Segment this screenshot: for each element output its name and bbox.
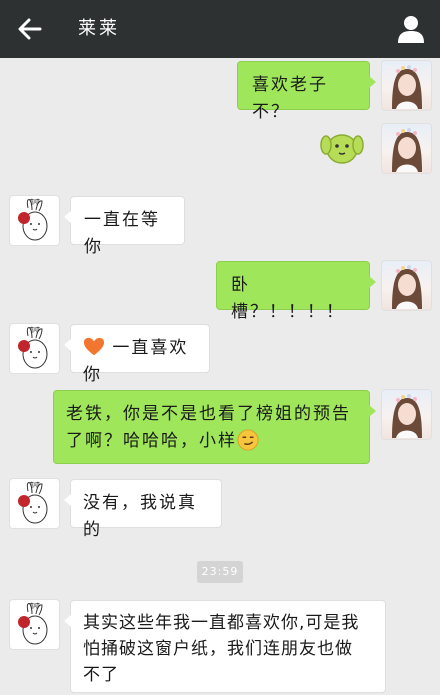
contact-message-bubble[interactable]: 一直在等你 (64, 196, 185, 257)
girl-photo-avatar (392, 265, 422, 309)
girl-photo-avatar (392, 394, 422, 438)
message-text: 没有，我说真的 (83, 493, 197, 540)
contact-avatar[interactable]: 嘻嘻 (10, 600, 59, 649)
my-avatar[interactable] (382, 61, 431, 110)
message-text: 一直在等你 (84, 210, 160, 257)
chat-header: 莱莱 (0, 0, 440, 58)
smirk-face-icon (237, 429, 259, 451)
arrow-left-icon[interactable] (16, 15, 44, 43)
message-text-line: 不了 (83, 665, 119, 685)
contact-message-bubble[interactable]: 其实这些年我一直都喜欢你,可是我 怕捅破这窗户纸，我们连朋友也做 不了 (64, 600, 386, 693)
chat-title: 莱莱 (78, 18, 120, 39)
rabbit-avatar: 嘻嘻 (18, 326, 48, 369)
message-text-line: 了啊？哈哈哈，小样 (66, 431, 237, 451)
girl-photo-avatar (392, 65, 422, 109)
message-text: 卧槽？！！！！ (231, 275, 345, 322)
contact-message-bubble[interactable]: 没有，我说真的 (64, 479, 222, 540)
my-message-bubble[interactable]: 喜欢老子不？ (237, 61, 376, 122)
rabbit-avatar: 嘻嘻 (18, 602, 48, 645)
contact-avatar[interactable]: 嘻嘻 (10, 196, 59, 245)
girl-photo-avatar (392, 128, 422, 172)
message-text: 喜欢老子不？ (252, 75, 328, 122)
message-text-line: 其实这些年我一直都喜欢你,可是我 (83, 613, 360, 633)
rabbit-avatar: 嘻嘻 (18, 481, 48, 524)
my-message-bubble[interactable]: 卧槽？！！！！ (216, 261, 376, 322)
message-timestamp: 23:59 (197, 561, 243, 583)
contact-avatar[interactable]: 嘻嘻 (10, 479, 59, 528)
rabbit-avatar: 嘻嘻 (18, 198, 48, 241)
person-icon[interactable] (396, 14, 426, 44)
contact-avatar[interactable]: 嘻嘻 (10, 324, 59, 373)
my-avatar[interactable] (382, 261, 431, 310)
green-blob-sticker[interactable] (318, 121, 366, 169)
contact-message-bubble[interactable]: 一直喜欢你 (64, 324, 210, 385)
my-avatar[interactable] (382, 390, 431, 439)
message-text-line: 老铁，你是不是也看了榜姐的预告 (66, 404, 351, 424)
my-avatar[interactable] (382, 124, 431, 173)
my-message-bubble[interactable]: 老铁，你是不是也看了榜姐的预告 了啊？哈哈哈，小样 (53, 390, 376, 464)
orange-heart-icon (83, 337, 105, 356)
message-text-line: 怕捅破这窗户纸，我们连朋友也做 (83, 639, 353, 659)
